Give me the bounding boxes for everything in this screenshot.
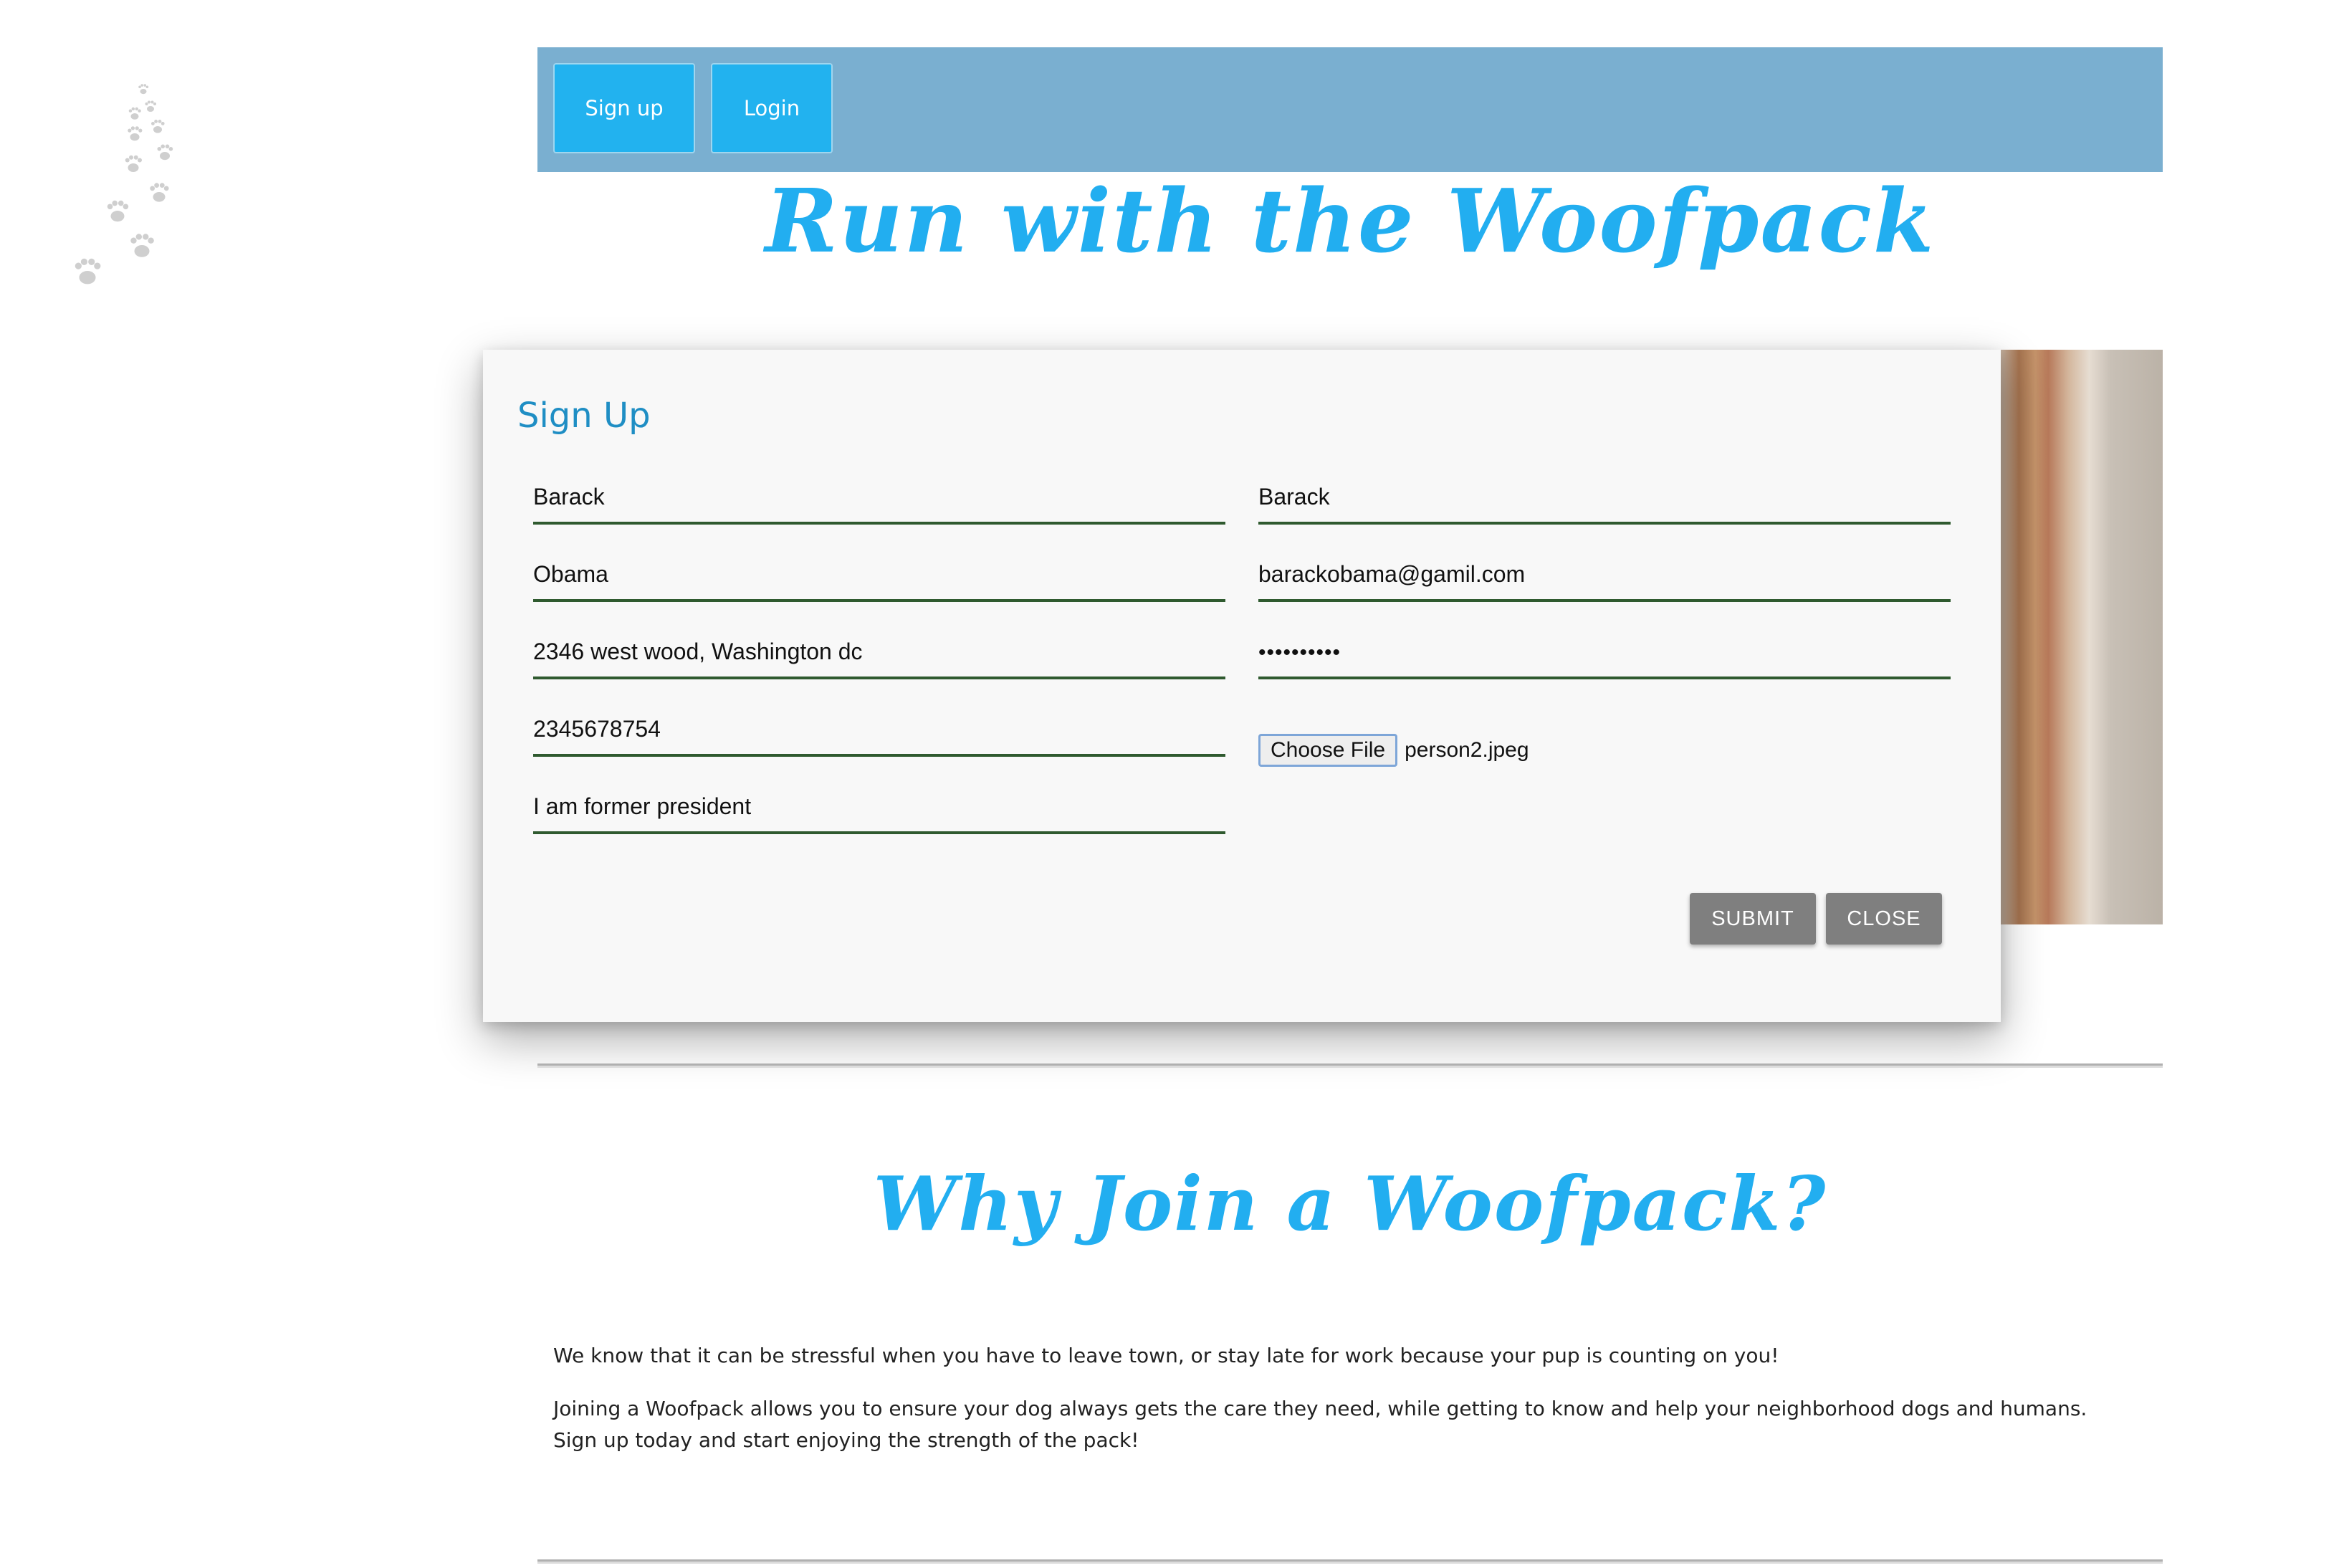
submit-button[interactable]: SUBMIT (1690, 893, 1816, 945)
why-paragraph-1: We know that it can be stressful when yo… (553, 1344, 1779, 1367)
top-navbar: Sign up Login (537, 47, 2163, 172)
username-field (1258, 466, 1951, 525)
hero-title: Run with the Woofpack (765, 169, 1936, 272)
choose-file-button[interactable]: Choose File (1258, 734, 1398, 767)
modal-title: Sign Up (517, 396, 651, 436)
close-button[interactable]: CLOSE (1826, 893, 1942, 945)
section-divider (537, 1063, 2163, 1068)
signup-nav-button[interactable]: Sign up (553, 63, 695, 153)
password-field (1258, 621, 1951, 679)
phone-field (533, 698, 1225, 757)
why-title: Why Join a Woofpack? (873, 1160, 1827, 1248)
last-name-field (533, 543, 1225, 602)
email-input[interactable] (1258, 561, 1951, 588)
file-name-label: person2.jpeg (1405, 738, 1529, 762)
first-name-field (533, 466, 1225, 525)
username-input[interactable] (1258, 484, 1951, 510)
paw-prints-icon (75, 84, 173, 285)
address-input[interactable] (533, 639, 1225, 665)
file-upload: Choose File person2.jpeg (1258, 732, 1529, 768)
footer-divider (537, 1559, 2163, 1564)
phone-input[interactable] (533, 716, 1225, 742)
signup-modal: Sign Up Choose File person2.jpeg SUBMIT … (483, 350, 2001, 1022)
bio-field (533, 775, 1225, 834)
last-name-input[interactable] (533, 561, 1225, 588)
email-field (1258, 543, 1951, 602)
why-paragraph-2: Joining a Woofpack allows you to ensure … (553, 1397, 2087, 1452)
bio-input[interactable] (533, 793, 1225, 820)
password-input[interactable] (1258, 641, 1951, 665)
hero-image (1999, 350, 2163, 924)
first-name-input[interactable] (533, 484, 1225, 510)
address-field (533, 621, 1225, 679)
login-nav-button[interactable]: Login (711, 63, 833, 153)
